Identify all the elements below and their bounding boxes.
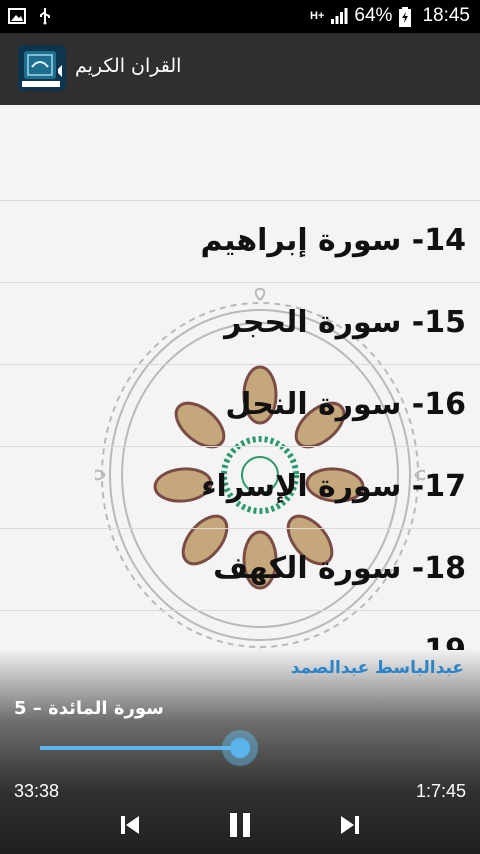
- total-duration: 1:7:45: [415, 781, 466, 801]
- pause-icon: [228, 812, 252, 842]
- seek-bar-fill: [40, 746, 240, 750]
- previous-button[interactable]: [110, 810, 150, 844]
- surah-label: 18- سورة الكهف: [213, 551, 466, 586]
- list-item[interactable]: 17- سورة الإسراء: [0, 446, 480, 526]
- app-title: القران الكريم: [75, 55, 182, 77]
- list-item[interactable]: 15- سورة الحجر: [0, 282, 480, 362]
- usb-icon: [36, 7, 54, 25]
- surah-label: 16- سورة النحل: [225, 387, 466, 422]
- status-bar: H+ 64% 18:45: [0, 0, 480, 33]
- pause-button[interactable]: [220, 810, 260, 844]
- signal-icon: [330, 7, 348, 25]
- surah-label: 17- سورة الإسراء: [201, 469, 466, 504]
- list-item[interactable]: 19: [0, 610, 480, 650]
- surah-label: 19: [424, 633, 466, 650]
- previous-icon: [119, 814, 141, 840]
- next-icon: [339, 814, 361, 840]
- network-type: H+: [310, 10, 325, 22]
- app-logo-icon[interactable]: [18, 45, 66, 91]
- track-title: 5 – سورة المائدة: [14, 698, 164, 719]
- elapsed-time: 33:38: [14, 781, 60, 801]
- battery-percent: 64%: [354, 5, 393, 26]
- surah-label: 15- سورة الحجر: [224, 305, 466, 340]
- surah-list[interactable]: 14- سورة إبراهيم 15- سورة الحجر 16- سورة…: [0, 105, 480, 650]
- next-button[interactable]: [330, 810, 370, 844]
- clock: 18:45: [422, 5, 470, 26]
- reciter-name: عبدالباسط عبدالصمد: [290, 658, 464, 678]
- audio-player: عبدالباسط عبدالصمد 5 – سورة المائدة 33:3…: [0, 650, 480, 854]
- app-bar: القران الكريم: [0, 33, 480, 105]
- surah-label: 14- سورة إبراهيم: [200, 223, 466, 258]
- battery-icon: [398, 7, 416, 27]
- list-item[interactable]: 18- سورة الكهف: [0, 528, 480, 608]
- list-item[interactable]: 14- سورة إبراهيم: [0, 200, 480, 280]
- list-item[interactable]: 16- سورة النحل: [0, 364, 480, 444]
- seek-thumb[interactable]: [222, 730, 258, 766]
- gallery-icon: [8, 7, 26, 25]
